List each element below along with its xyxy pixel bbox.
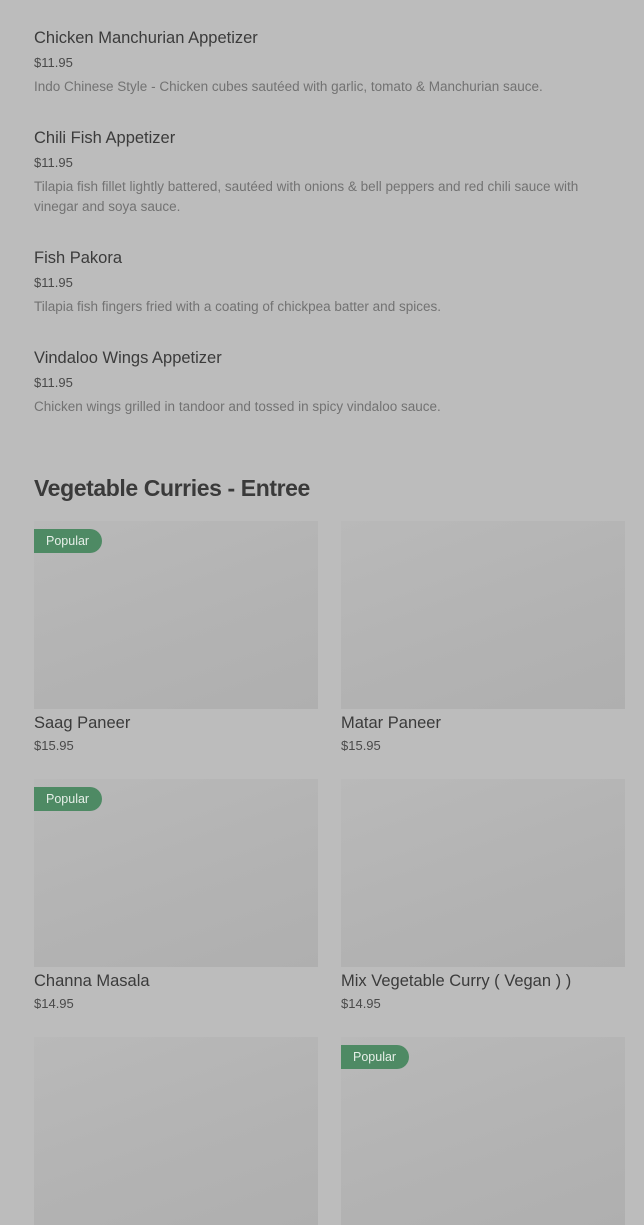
menu-card-saag-paneer[interactable]: Popular Saag Paneer $15.95 xyxy=(34,521,318,753)
popular-badge: Popular xyxy=(341,1045,410,1069)
menu-item-description: Tilapia fish fingers fried with a coatin… xyxy=(34,299,441,314)
menu-item-name: Vindaloo Wings Appetizer xyxy=(34,349,222,367)
menu-item[interactable]: Chicken Manchurian Appetizer $11.95 Indo… xyxy=(34,27,614,127)
card-price: $14.95 xyxy=(34,996,74,1011)
menu-card-mix-vegetable-curry[interactable]: Mix Vegetable Curry ( Vegan ) ) $14.95 xyxy=(341,779,625,1011)
menu-item-price: $11.95 xyxy=(34,55,73,70)
menu-item-name: Fish Pakora xyxy=(34,249,123,267)
dish-image-placeholder[interactable]: Popular xyxy=(341,1037,625,1225)
dish-image-placeholder[interactable]: Popular xyxy=(34,779,318,967)
card-name: Mix Vegetable Curry ( Vegan ) ) xyxy=(341,972,572,990)
menu-item[interactable]: Fish Pakora $11.95 Tilapia fish fingers … xyxy=(34,247,614,347)
menu-item-name: Chicken Manchurian Appetizer xyxy=(34,29,258,47)
menu-item-price: $11.95 xyxy=(34,275,73,290)
card-price: $15.95 xyxy=(341,738,381,753)
card-name: Saag Paneer xyxy=(34,714,131,732)
menu-item-description: Indo Chinese Style - Chicken cubes sauté… xyxy=(34,79,543,94)
menu-item-name: Chili Fish Appetizer xyxy=(34,129,176,147)
card-price: $15.95 xyxy=(34,738,74,753)
menu-card[interactable] xyxy=(34,1037,318,1225)
menu-card-channa-masala[interactable]: Popular Channa Masala $14.95 xyxy=(34,779,318,1011)
menu-item-price: $11.95 xyxy=(34,375,73,390)
menu-item-description: Chicken wings grilled in tandoor and tos… xyxy=(34,399,441,414)
menu-card-matar-paneer[interactable]: Matar Paneer $15.95 xyxy=(341,521,625,753)
dish-image-placeholder[interactable] xyxy=(34,1037,318,1225)
menu-item[interactable]: Vindaloo Wings Appetizer $11.95 Chicken … xyxy=(34,347,614,447)
dish-image-placeholder[interactable] xyxy=(341,779,625,967)
card-name: Channa Masala xyxy=(34,972,150,990)
menu-item[interactable]: Chili Fish Appetizer $11.95 Tilapia fish… xyxy=(34,127,614,247)
section-title: Vegetable Curries - Entree xyxy=(34,475,310,501)
popular-badge: Popular xyxy=(34,529,103,553)
card-price: $14.95 xyxy=(341,996,381,1011)
dish-image-placeholder[interactable] xyxy=(341,521,625,709)
menu-card[interactable]: Popular xyxy=(341,1037,625,1225)
menu-page: Chicken Manchurian Appetizer $11.95 Indo… xyxy=(0,0,644,1225)
dish-image-placeholder[interactable]: Popular xyxy=(34,521,318,709)
menu-item-price: $11.95 xyxy=(34,155,73,170)
popular-badge: Popular xyxy=(34,787,103,811)
appetizer-list: Chicken Manchurian Appetizer $11.95 Indo… xyxy=(34,27,614,447)
card-name: Matar Paneer xyxy=(341,714,441,732)
menu-item-description: Tilapia fish fillet lightly battered, sa… xyxy=(34,179,579,214)
